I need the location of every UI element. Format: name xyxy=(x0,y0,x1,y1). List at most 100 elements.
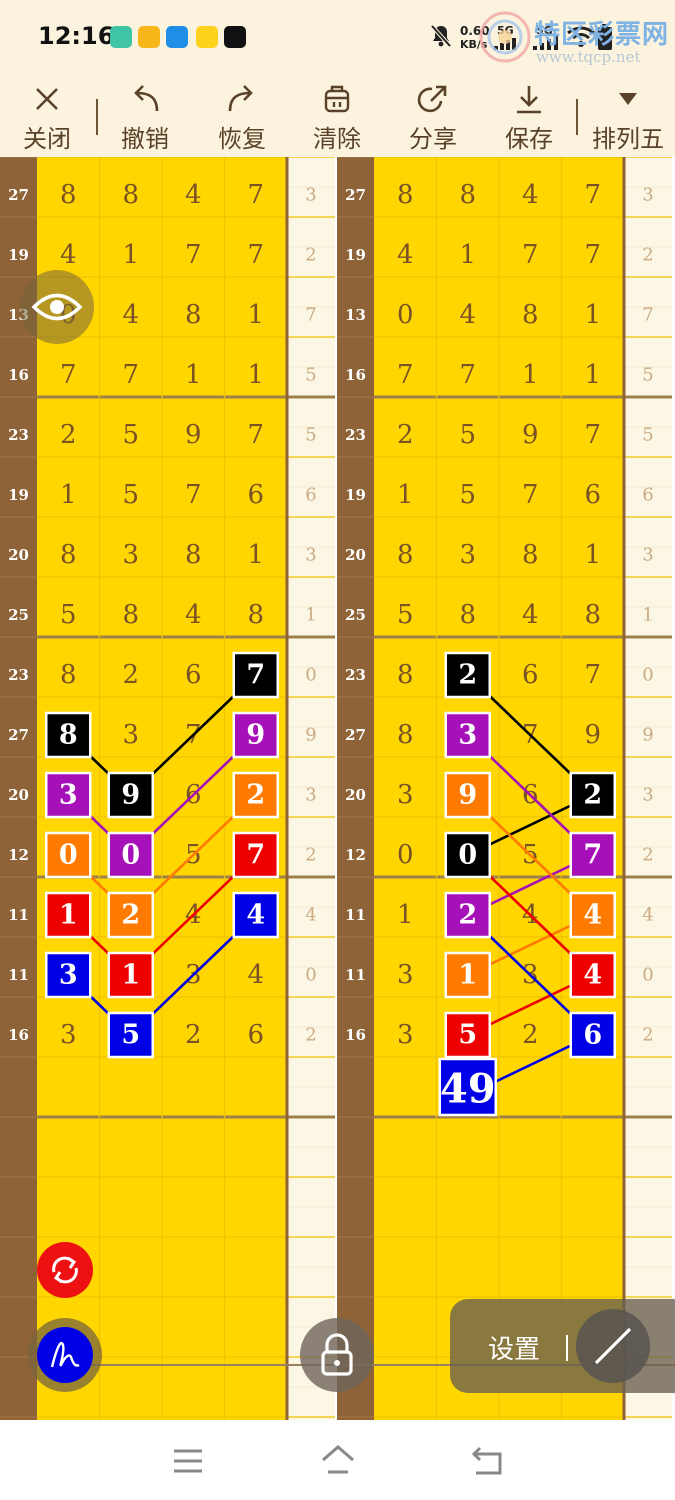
settings-button[interactable]: 设置 xyxy=(488,1329,540,1366)
row-sum-label: 19 xyxy=(345,486,366,504)
redo-button[interactable]: 恢复 xyxy=(205,75,279,157)
row-sum-label: 11 xyxy=(8,906,29,924)
digit-cell: 4 xyxy=(247,960,264,990)
digit-cell: 7 xyxy=(459,360,476,390)
tail-digit: 5 xyxy=(305,365,316,386)
lock-button[interactable] xyxy=(300,1318,374,1392)
digit-cell: 1 xyxy=(397,900,414,930)
undo-button[interactable]: 撤销 xyxy=(108,75,182,157)
tail-digit: 3 xyxy=(305,185,316,206)
digit-cell: 7 xyxy=(522,480,539,510)
watermark-logo: 特区彩票网 www.tqcp.net xyxy=(478,10,673,66)
tail-digit: 9 xyxy=(305,725,316,746)
lottery-type-dropdown[interactable]: 排列五 xyxy=(584,75,672,157)
digit-cell: 8 xyxy=(522,540,539,570)
digit-cell: 8 xyxy=(459,600,476,630)
refresh-button[interactable] xyxy=(37,1242,93,1298)
watermark-badge-icon xyxy=(479,11,531,63)
digit-cell: 6 xyxy=(522,660,539,690)
toolbar-divider xyxy=(96,99,98,135)
tail-digit: 6 xyxy=(642,485,653,506)
sum-value: 49 xyxy=(440,1066,496,1113)
tail-digit: 7 xyxy=(642,305,653,326)
share-button[interactable]: 分享 xyxy=(396,75,470,157)
marked-digit-value: 7 xyxy=(583,840,602,871)
digit-cell: 5 xyxy=(397,600,414,630)
digit-cell: 7 xyxy=(397,360,414,390)
marked-digit-value: 4 xyxy=(583,900,602,931)
digit-cell: 2 xyxy=(122,660,139,690)
close-icon xyxy=(36,88,58,110)
tail-digit: 2 xyxy=(305,1025,316,1046)
close-button[interactable]: 关闭 xyxy=(12,75,82,157)
row-sum-label: 16 xyxy=(345,1026,366,1044)
marked-digit-value: 5 xyxy=(121,1020,140,1051)
row-sum-label: 23 xyxy=(345,426,366,444)
marked-digit-value: 3 xyxy=(59,960,78,991)
tail-digit: 3 xyxy=(305,785,316,806)
save-button[interactable]: 保存 xyxy=(492,75,566,157)
digit-cell: 8 xyxy=(584,600,601,630)
digit-cell: 5 xyxy=(60,600,77,630)
digit-cell: 4 xyxy=(522,600,539,630)
pen-mode-button[interactable] xyxy=(28,1318,102,1392)
share-label: 分享 xyxy=(409,125,457,153)
row-sum-label: 23 xyxy=(8,426,29,444)
row-sum-label: 12 xyxy=(345,846,366,864)
digit-cell: 7 xyxy=(247,180,264,210)
digit-cell: 7 xyxy=(584,420,601,450)
marked-digit-value: 8 xyxy=(59,720,78,751)
digit-cell: 4 xyxy=(522,180,539,210)
tail-digit: 0 xyxy=(642,965,653,986)
digit-cell: 3 xyxy=(60,1020,77,1050)
back-icon[interactable] xyxy=(470,1446,504,1476)
digit-cell: 1 xyxy=(459,240,476,270)
digit-cell: 5 xyxy=(122,420,139,450)
menu-icon[interactable] xyxy=(172,1448,204,1474)
eye-toggle-button[interactable] xyxy=(20,270,94,344)
digit-cell: 8 xyxy=(397,720,414,750)
marked-digit-value: 9 xyxy=(246,720,265,751)
tail-digit: 0 xyxy=(305,665,316,686)
digit-cell: 3 xyxy=(459,540,476,570)
marked-digit-value: 0 xyxy=(458,840,477,871)
digit-cell: 5 xyxy=(459,480,476,510)
watermark-title: 特区彩票网 xyxy=(534,20,670,50)
digit-cell: 1 xyxy=(522,360,539,390)
row-sum-label: 16 xyxy=(8,1026,29,1044)
tail-digit: 2 xyxy=(642,1025,653,1046)
digit-cell: 8 xyxy=(60,660,77,690)
row-sum-label: 13 xyxy=(345,306,366,324)
clear-button[interactable]: 清除 xyxy=(300,75,374,157)
digit-cell: 8 xyxy=(185,300,202,330)
marked-digit-value: 0 xyxy=(121,840,140,871)
marked-digit-value: 1 xyxy=(458,960,477,991)
tail-digit: 3 xyxy=(642,185,653,206)
clear-label: 清除 xyxy=(313,125,361,153)
undo-label: 撤销 xyxy=(121,125,169,153)
marked-digit-value: 2 xyxy=(458,660,477,691)
digit-cell: 5 xyxy=(459,420,476,450)
status-bar: 12:16 0.60 KB/s 5G 5G 特区彩票网 www.tqcp.net xyxy=(0,0,675,75)
digit-cell: 7 xyxy=(185,240,202,270)
digit-cell: 9 xyxy=(584,720,601,750)
home-icon[interactable] xyxy=(320,1444,356,1476)
digit-cell: 1 xyxy=(247,300,264,330)
digit-cell: 8 xyxy=(185,540,202,570)
tail-digit: 2 xyxy=(305,845,316,866)
digit-cell: 1 xyxy=(584,300,601,330)
row-sum-label: 11 xyxy=(345,966,366,984)
row-sum-label: 25 xyxy=(8,606,29,624)
digit-cell: 8 xyxy=(122,600,139,630)
marked-digit-value: 5 xyxy=(458,1020,477,1051)
trend-board[interactable]: 2788473194177213048171677115232597519157… xyxy=(0,157,675,1420)
row-sum-label: 11 xyxy=(8,966,29,984)
line-tool-button[interactable] xyxy=(576,1309,650,1383)
share-icon xyxy=(417,85,447,113)
marked-digit-value: 1 xyxy=(121,960,140,991)
tail-digit: 6 xyxy=(305,485,316,506)
app-notification-icon-3 xyxy=(166,26,188,48)
line-draw-icon xyxy=(594,1327,632,1365)
row-sum-label: 27 xyxy=(8,186,29,204)
digit-cell: 4 xyxy=(185,180,202,210)
